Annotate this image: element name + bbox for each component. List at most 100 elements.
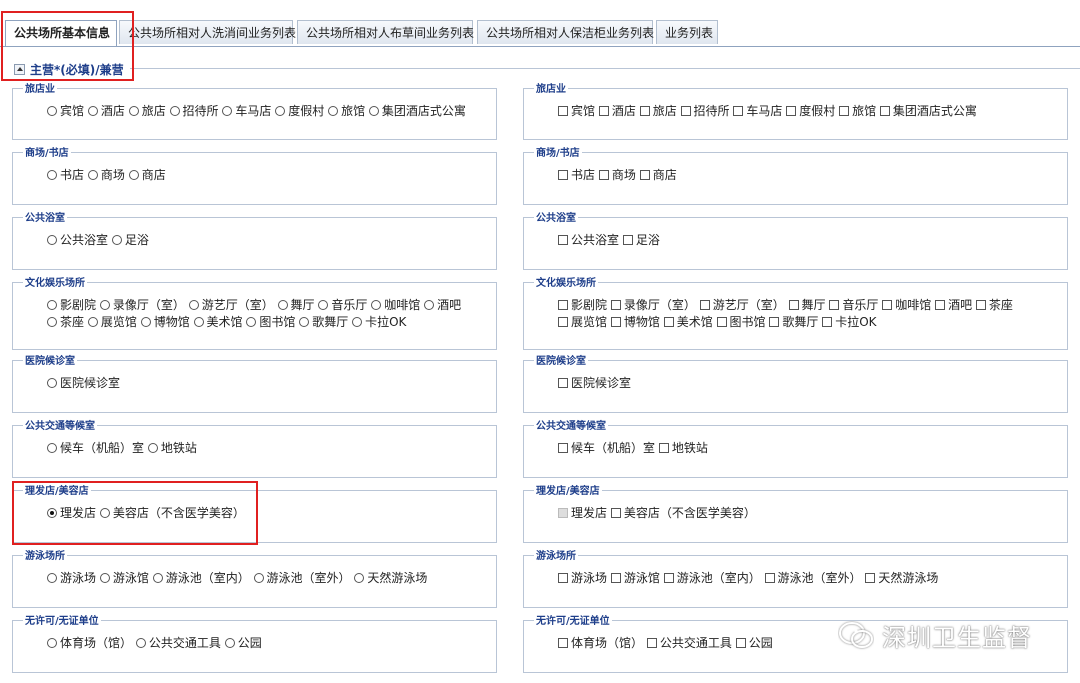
checkbox[interactable] [786, 106, 797, 116]
radio-option[interactable]: 影剧院 [47, 298, 96, 312]
checkbox[interactable] [788, 300, 799, 310]
checkbox[interactable] [699, 300, 710, 310]
radio-button[interactable] [47, 443, 57, 453]
checkbox[interactable] [622, 235, 633, 245]
checkbox[interactable] [598, 170, 609, 180]
checkbox-option[interactable]: 公园 [735, 636, 773, 650]
tab-linen-room[interactable]: 公共场所相对人布草间业务列表 [297, 20, 474, 44]
radio-button[interactable] [188, 300, 199, 310]
radio-button[interactable] [47, 235, 57, 245]
radio-option[interactable]: 美容店（不含医学美容） [99, 506, 245, 520]
radio-button[interactable] [169, 106, 180, 116]
checkbox-option[interactable]: 度假村 [786, 104, 835, 118]
radio-button[interactable] [371, 300, 382, 310]
checkbox[interactable] [764, 573, 775, 583]
checkbox-option[interactable]: 游泳池（室内） [663, 571, 761, 585]
radio-option[interactable]: 天然游泳场 [354, 571, 427, 585]
radio-button[interactable] [47, 638, 57, 648]
radio-button[interactable] [99, 573, 110, 583]
checkbox[interactable] [975, 300, 986, 310]
checkbox[interactable] [598, 106, 609, 116]
collapse-icon[interactable] [14, 63, 25, 75]
radio-button[interactable] [152, 573, 163, 583]
radio-option[interactable]: 公共浴室 [47, 233, 108, 247]
checkbox[interactable] [558, 317, 568, 327]
radio-button[interactable] [328, 106, 339, 116]
radio-option[interactable]: 足浴 [111, 233, 149, 247]
radio-option[interactable]: 书店 [47, 168, 84, 182]
radio-button[interactable] [47, 317, 57, 327]
radio-button[interactable] [275, 106, 286, 116]
checkbox-option[interactable]: 美术馆 [663, 315, 713, 329]
radio-button[interactable] [47, 170, 57, 180]
radio-option[interactable]: 候车（机船）室 [47, 441, 144, 455]
radio-button[interactable] [224, 638, 235, 648]
radio-option[interactable]: 集团酒店式公寓 [368, 104, 466, 118]
checkbox-option[interactable]: 博物馆 [610, 315, 660, 329]
checkbox-option[interactable]: 理发店 [558, 506, 607, 520]
radio-option[interactable]: 游泳池（室内） [152, 571, 250, 585]
radio-option[interactable]: 茶座 [47, 315, 84, 329]
checkbox[interactable] [935, 300, 946, 310]
checkbox[interactable] [865, 573, 876, 583]
radio-option[interactable]: 游泳池（室外） [253, 571, 351, 585]
checkbox[interactable] [558, 235, 568, 245]
radio-option[interactable]: 歌舞厅 [299, 315, 348, 329]
radio-button[interactable] [128, 106, 139, 116]
checkbox[interactable] [716, 317, 727, 327]
checkbox[interactable] [663, 317, 674, 327]
checkbox[interactable] [558, 170, 568, 180]
checkbox-option[interactable]: 地铁站 [658, 441, 708, 455]
checkbox-option[interactable]: 宾馆 [558, 104, 595, 118]
checkbox[interactable] [839, 106, 850, 116]
radio-option[interactable]: 旅馆 [328, 104, 365, 118]
checkbox-option[interactable]: 书店 [558, 168, 595, 182]
radio-option[interactable]: 商店 [128, 168, 166, 182]
checkbox-option[interactable]: 录像厅（室） [610, 298, 696, 312]
radio-option[interactable]: 公园 [224, 636, 262, 650]
radio-button[interactable] [111, 235, 122, 245]
checkbox-option[interactable]: 图书馆 [716, 315, 766, 329]
radio-button[interactable] [368, 106, 379, 116]
checkbox[interactable] [610, 573, 621, 583]
radio-button[interactable] [47, 300, 57, 310]
radio-option[interactable]: 理发店 [47, 506, 96, 520]
radio-button[interactable] [424, 300, 435, 310]
radio-option[interactable]: 博物馆 [140, 315, 190, 329]
radio-option[interactable]: 音乐厅 [318, 298, 367, 312]
checkbox[interactable] [558, 443, 568, 453]
checkbox-option[interactable]: 旅店 [639, 104, 677, 118]
checkbox-option[interactable]: 美容店（不含医学美容） [610, 506, 756, 520]
checkbox[interactable] [680, 106, 691, 116]
radio-option[interactable]: 酒吧 [424, 298, 461, 312]
checkbox-option[interactable]: 舞厅 [788, 298, 826, 312]
radio-button[interactable] [318, 300, 329, 310]
radio-option[interactable]: 展览馆 [87, 315, 137, 329]
radio-option[interactable]: 游泳场 [47, 571, 96, 585]
radio-button[interactable] [354, 573, 365, 583]
radio-option[interactable]: 招待所 [169, 104, 219, 118]
checkbox-option[interactable]: 天然游泳场 [865, 571, 938, 585]
checkbox-option[interactable]: 候车（机船）室 [558, 441, 655, 455]
checkbox-option[interactable]: 酒吧 [935, 298, 972, 312]
radio-button[interactable] [222, 106, 233, 116]
checkbox-option[interactable]: 音乐厅 [829, 298, 878, 312]
checkbox[interactable] [610, 508, 621, 518]
checkbox-option[interactable]: 咖啡馆 [882, 298, 931, 312]
radio-option[interactable]: 度假村 [275, 104, 324, 118]
checkbox-option[interactable]: 车马店 [733, 104, 782, 118]
radio-option[interactable]: 图书馆 [246, 315, 295, 329]
radio-option[interactable]: 录像厅（室） [99, 298, 185, 312]
checkbox-option[interactable]: 医院候诊室 [558, 376, 631, 390]
tab-disinfection-room[interactable]: 公共场所相对人洗消间业务列表 [119, 20, 296, 44]
radio-button[interactable] [47, 508, 57, 518]
checkbox-option[interactable]: 影剧院 [558, 298, 607, 312]
checkbox[interactable] [558, 508, 568, 518]
checkbox-option[interactable]: 公共交通工具 [646, 636, 732, 650]
radio-option[interactable]: 游艺厅（室） [188, 298, 274, 312]
checkbox-option[interactable]: 商场 [598, 168, 636, 182]
checkbox[interactable] [882, 300, 893, 310]
checkbox-option[interactable]: 招待所 [680, 104, 730, 118]
radio-option[interactable]: 游泳馆 [99, 571, 149, 585]
radio-button[interactable] [299, 317, 310, 327]
